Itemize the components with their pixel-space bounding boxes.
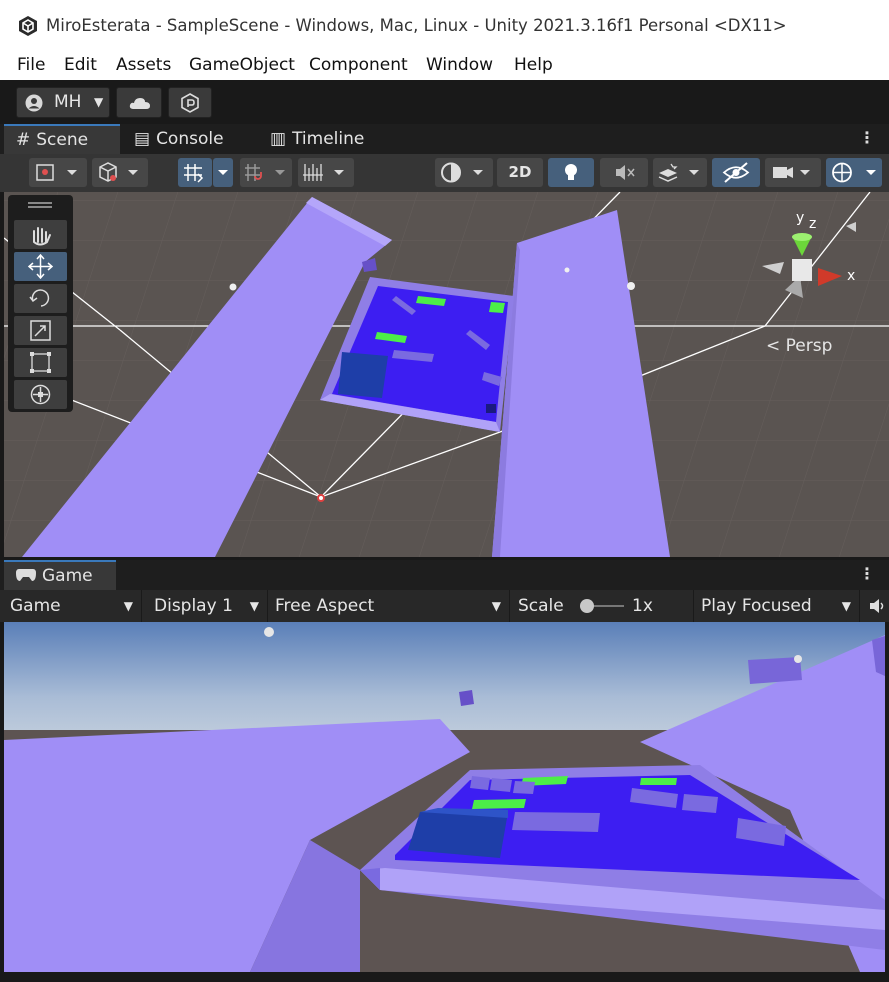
cloud-icon — [129, 98, 150, 109]
chevron-down-icon — [218, 170, 228, 175]
increment-snap-button[interactable] — [240, 158, 292, 187]
gizmo-x-label: x — [847, 268, 856, 284]
audio-button[interactable] — [600, 158, 648, 187]
mute-icon — [616, 165, 635, 180]
scale-control: Scale 1x — [512, 590, 694, 622]
chevron-left-icon: < — [766, 336, 781, 356]
draw-mode-icon — [36, 164, 77, 181]
gamepad-icon — [16, 562, 36, 590]
display-select[interactable]: Display 1 ▼ — [148, 590, 268, 622]
gizmo-z-label: z — [809, 216, 817, 232]
rect-tool-button[interactable] — [14, 348, 67, 377]
menu-file[interactable]: File — [17, 55, 45, 75]
speaker-icon[interactable] — [868, 598, 886, 614]
magnet-icon — [245, 164, 285, 181]
game-render — [4, 622, 885, 972]
mode-2d-button[interactable]: 2D — [497, 158, 543, 187]
gizmo-y-label: y — [796, 210, 805, 226]
shading-button[interactable] — [435, 158, 493, 187]
menu-component[interactable]: Component — [309, 55, 408, 75]
render-mode-button[interactable] — [92, 158, 148, 187]
lighting-button[interactable] — [548, 158, 594, 187]
draw-mode-button[interactable] — [29, 158, 87, 187]
scene-tabbar: # Scene ▤ Console ▥ Timeline ⋮ — [0, 124, 889, 154]
view-select[interactable]: Game ▼ — [4, 590, 142, 622]
drag-handle-icon[interactable] — [28, 202, 52, 204]
chevron-down-icon: ▼ — [123, 599, 133, 613]
tool-palette — [8, 195, 73, 412]
projection-toggle[interactable]: < Persp — [766, 336, 832, 356]
hand-icon — [33, 227, 51, 246]
console-icon: ▤ — [134, 129, 151, 149]
transform-icon — [30, 384, 51, 405]
menu-gameobject[interactable]: GameObject — [189, 55, 295, 75]
tab-game[interactable]: Game — [4, 560, 116, 590]
menu-window[interactable]: Window — [426, 55, 493, 75]
camera-icon — [773, 167, 810, 178]
tab-scene[interactable]: # Scene — [4, 124, 120, 154]
eye-hidden-icon — [722, 162, 750, 183]
play-mode-select[interactable]: Play Focused ▼ — [695, 590, 860, 622]
scene-visibility-button[interactable] — [712, 158, 760, 187]
unity-logo-icon — [19, 16, 37, 36]
menu-edit[interactable]: Edit — [64, 55, 97, 75]
account-button[interactable]: MH ▼ — [16, 87, 110, 118]
menu-help[interactable]: Help — [514, 55, 553, 75]
projection-label: Persp — [785, 336, 833, 356]
status-bar — [0, 972, 889, 982]
move-tool-button[interactable] — [14, 252, 67, 281]
scale-value: 1x — [632, 596, 653, 616]
aspect-select[interactable]: Free Aspect ▼ — [269, 590, 510, 622]
collab-button[interactable] — [168, 87, 212, 118]
chevron-down-icon: ▼ — [249, 599, 259, 613]
user-icon — [25, 94, 43, 112]
tab-console[interactable]: ▤ Console — [122, 124, 236, 154]
chevron-down-icon: ▼ — [841, 599, 851, 613]
move-icon — [27, 253, 54, 280]
hash-icon: # — [16, 130, 31, 150]
grid-snap-icon — [184, 164, 204, 183]
cloud-button[interactable] — [116, 87, 162, 118]
grid-snap-dropdown[interactable] — [213, 158, 233, 187]
more-options-icon[interactable]: ⋮ — [859, 564, 875, 583]
ruler-button[interactable] — [298, 158, 354, 187]
transform-tool-button[interactable] — [14, 380, 67, 409]
layers-icon — [658, 163, 699, 182]
game-view[interactable] — [4, 622, 885, 972]
title-bar: MiroEsterata - SampleScene - Windows, Ma… — [0, 0, 889, 52]
grid-snap-button[interactable] — [178, 158, 212, 187]
scale-label: Scale — [518, 596, 564, 616]
package-icon — [181, 93, 199, 113]
scene-view[interactable]: y z x — [4, 192, 889, 557]
scene-toolbar: 2D — [0, 154, 889, 192]
scale-icon — [30, 320, 51, 341]
rect-transform-icon — [30, 352, 51, 373]
film-icon: ▥ — [270, 129, 287, 149]
chevron-down-icon: ▼ — [94, 95, 104, 109]
scale-tool-button[interactable] — [14, 316, 67, 345]
hand-tool-button[interactable] — [14, 220, 67, 249]
scene-render — [4, 192, 889, 557]
ruler-icon — [303, 164, 344, 181]
rotate-icon — [29, 289, 50, 307]
scale-slider-thumb[interactable] — [580, 599, 594, 613]
sphere-icon — [441, 162, 483, 183]
gizmos-button[interactable] — [826, 158, 882, 187]
rotate-tool-button[interactable] — [14, 284, 67, 313]
lightbulb-icon — [565, 164, 577, 180]
cube-icon — [99, 162, 138, 182]
effects-button[interactable] — [653, 158, 707, 187]
more-options-icon[interactable]: ⋮ — [859, 128, 875, 147]
menu-assets[interactable]: Assets — [116, 55, 171, 75]
gizmo-icon — [832, 162, 876, 183]
tab-timeline[interactable]: ▥ Timeline — [258, 124, 376, 154]
window-title: MiroEsterata - SampleScene - Windows, Ma… — [46, 16, 787, 35]
main-toolbar: MH ▼ — [0, 80, 889, 124]
game-toolbar: Game ▼ Display 1 ▼ Free Aspect ▼ Scale 1x P… — [0, 590, 889, 622]
chevron-down-icon: ▼ — [491, 599, 501, 613]
menu-bar: File Edit Assets GameObject Component Wi… — [0, 52, 889, 80]
account-label: MH — [54, 92, 82, 112]
game-tabbar: Game ⋮ — [0, 560, 889, 590]
camera-button[interactable] — [765, 158, 821, 187]
